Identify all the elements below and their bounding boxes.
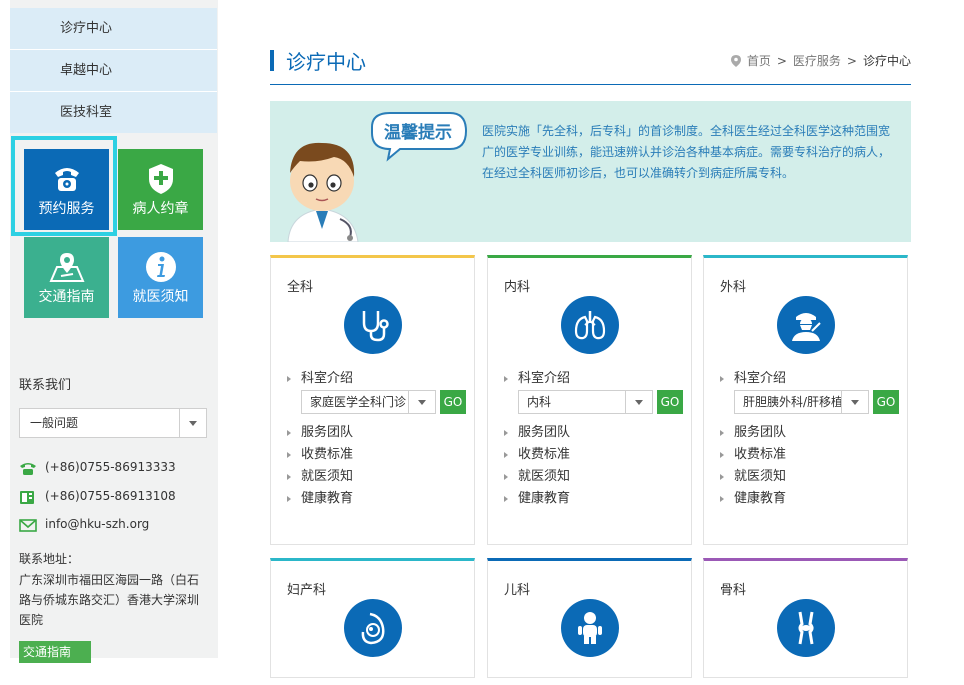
- sub-department-select[interactable]: 肝胆胰外科/肝移植: [734, 390, 869, 414]
- chevron-down-icon[interactable]: [625, 391, 652, 413]
- department-card-obstetrics: 妇产科: [270, 558, 475, 678]
- sidebar: 诊疗中心 卓越中心 医技科室 预约服务 病人约章 交通指南 就医须知 联系我们 …: [0, 0, 228, 681]
- department-card-internal-medicine: 内科 科室介绍 内科 GO 服务团队 收费标准 就医须知 健康教育: [487, 255, 692, 545]
- sidebar-item-diagnosis-center[interactable]: 诊疗中心: [10, 8, 217, 50]
- medical-notice-link[interactable]: 就医须知: [504, 466, 570, 488]
- pregnancy-icon: [344, 599, 402, 657]
- knee-joint-icon: [777, 599, 835, 657]
- sub-department-select[interactable]: 家庭医学全科门诊: [301, 390, 436, 414]
- sub-department-value: 家庭医学全科门诊: [310, 395, 407, 409]
- medical-notice-link[interactable]: 就医须知: [720, 466, 786, 488]
- contact-us-title: 联系我们: [19, 378, 72, 393]
- sidebar-menu: 诊疗中心 卓越中心 医技科室: [10, 8, 217, 133]
- inquiry-type-select[interactable]: 一般问题: [19, 408, 207, 438]
- breadcrumb-separator: >: [776, 53, 787, 68]
- breadcrumb: 首页 > 医疗服务 > 诊疗中心: [730, 52, 911, 69]
- phone-line: (+86)0755-86913333: [19, 458, 176, 476]
- department-card-pediatrics: 儿科: [487, 558, 692, 678]
- health-education-link[interactable]: 健康教育: [720, 488, 786, 510]
- medical-notice-label: 就医须知: [132, 289, 189, 305]
- stethoscope-icon: [344, 296, 402, 354]
- health-education-link[interactable]: 健康教育: [504, 488, 570, 510]
- go-button[interactable]: GO: [440, 390, 466, 414]
- fee-standard-link[interactable]: 收费标准: [504, 444, 570, 466]
- notice-text: 医院实施「先全科，后专科」的首诊制度。全科医生经过全科医学这种范围宽广的医学专业…: [482, 124, 891, 180]
- map-pin-icon: [24, 249, 109, 285]
- envelope-icon: [19, 518, 37, 532]
- department-intro-link[interactable]: 科室介绍: [287, 368, 353, 390]
- shield-plus-icon: [118, 161, 203, 197]
- lungs-icon: [561, 296, 619, 354]
- department-name: 骨科: [720, 583, 747, 598]
- sidebar-item-medical-tech[interactable]: 医技科室: [10, 92, 217, 133]
- fee-standard-link[interactable]: 收费标准: [720, 444, 786, 466]
- doctor-mascot-illustration: 温馨提示: [287, 112, 468, 242]
- department-card-general: 全科 科室介绍 家庭医学全科门诊 GO 服务团队 收费标准 就医须知 健康教育: [270, 255, 475, 545]
- traffic-guide-button[interactable]: 交通指南 >>: [19, 641, 91, 681]
- department-name: 全科: [287, 280, 314, 295]
- page-title: 诊疗中心: [286, 50, 366, 74]
- notice-badge-text: 温馨提示: [384, 122, 452, 143]
- title-accent-bar: [270, 50, 274, 71]
- booking-service-tile[interactable]: 预约服务: [24, 149, 109, 230]
- phone-number: (+86)0755-86913333: [45, 460, 176, 474]
- department-name: 儿科: [504, 583, 531, 598]
- department-select-row: 家庭医学全科门诊 GO: [287, 390, 466, 422]
- department-links: 科室介绍 肝胆胰外科/肝移植 GO 服务团队 收费标准 就医须知 健康教育: [720, 368, 899, 510]
- chevron-down-icon[interactable]: [179, 409, 206, 437]
- fee-standard-link[interactable]: 收费标准: [287, 444, 353, 466]
- surgeon-icon: [777, 296, 835, 354]
- breadcrumb-current: 诊疗中心: [862, 54, 911, 68]
- fax-number: (+86)0755-86913108: [45, 489, 176, 503]
- go-button[interactable]: GO: [873, 390, 899, 414]
- traffic-guide-tile[interactable]: 交通指南: [24, 237, 109, 318]
- go-button[interactable]: GO: [657, 390, 683, 414]
- department-links: 科室介绍 家庭医学全科门诊 GO 服务团队 收费标准 就医须知 健康教育: [287, 368, 466, 510]
- breadcrumb-home[interactable]: 首页: [747, 52, 771, 69]
- email-line: info@hku-szh.org: [19, 515, 149, 533]
- department-intro-link[interactable]: 科室介绍: [720, 368, 786, 390]
- sub-department-value: 内科: [527, 395, 552, 409]
- sub-department-select[interactable]: 内科: [518, 390, 653, 414]
- chevron-down-icon[interactable]: [408, 391, 435, 413]
- department-card-orthopedics: 骨科: [703, 558, 908, 678]
- location-pin-icon: [730, 54, 741, 67]
- fax-icon: [20, 490, 34, 504]
- sidebar-item-excellence-center[interactable]: 卓越中心: [10, 50, 217, 92]
- department-links: 科室介绍 内科 GO 服务团队 收费标准 就医须知 健康教育: [504, 368, 683, 510]
- child-icon: [561, 599, 619, 657]
- breadcrumb-medical-service[interactable]: 医疗服务: [793, 52, 841, 69]
- department-select-row: 内科 GO: [504, 390, 683, 422]
- breadcrumb-separator: >: [846, 53, 857, 68]
- service-team-link[interactable]: 服务团队: [504, 422, 570, 444]
- telephone-icon: [24, 161, 109, 197]
- department-name: 妇产科: [287, 583, 327, 598]
- medical-notice-link[interactable]: 就医须知: [287, 466, 353, 488]
- patient-charter-tile[interactable]: 病人约章: [118, 149, 203, 230]
- info-icon: [118, 249, 203, 285]
- page-header: 诊疗中心 首页 > 医疗服务 > 诊疗中心: [270, 44, 911, 85]
- traffic-guide-label: 交通指南: [38, 289, 95, 305]
- department-name: 外科: [720, 280, 747, 295]
- department-card-surgery: 外科 科室介绍 肝胆胰外科/肝移植 GO 服务团队 收费标准 就医须知 健康教育: [703, 255, 908, 545]
- inquiry-type-value: 一般问题: [30, 416, 79, 430]
- health-education-link[interactable]: 健康教育: [287, 488, 353, 510]
- email-address[interactable]: info@hku-szh.org: [45, 517, 149, 531]
- service-team-link[interactable]: 服务团队: [287, 422, 353, 444]
- address-text: 广东深圳市福田区海园一路（白石路与侨城东路交汇）香港大学深圳医院: [19, 573, 200, 627]
- notice-banner: 温馨提示 医院实施「先全科，后专科」的首诊制度。全科医生经过全科医学这种范围宽广…: [270, 101, 911, 242]
- medical-notice-tile[interactable]: 就医须知: [118, 237, 203, 318]
- department-name: 内科: [504, 280, 531, 295]
- patient-charter-label: 病人约章: [132, 201, 189, 217]
- sub-department-value: 肝胆胰外科/肝移植: [743, 395, 844, 409]
- chevron-down-icon[interactable]: [841, 391, 868, 413]
- address-label: 联系地址：: [19, 552, 80, 566]
- service-team-link[interactable]: 服务团队: [720, 422, 786, 444]
- booking-service-label: 预约服务: [38, 201, 95, 217]
- department-intro-link[interactable]: 科室介绍: [504, 368, 570, 390]
- department-select-row: 肝胆胰外科/肝移植 GO: [720, 390, 899, 422]
- fax-line: (+86)0755-86913108: [19, 487, 176, 505]
- phone-icon: [20, 462, 36, 475]
